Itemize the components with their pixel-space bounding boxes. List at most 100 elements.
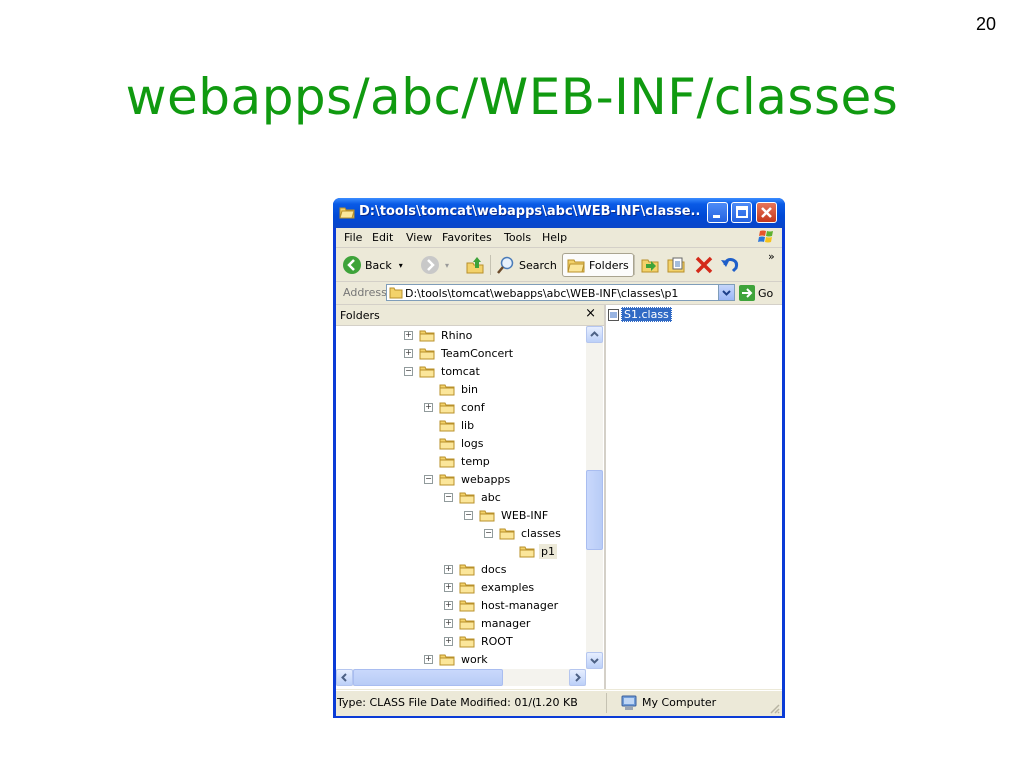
tree-item-logs[interactable]: logs xyxy=(424,434,486,452)
up-folder-icon xyxy=(466,257,484,274)
forward-arrow-icon xyxy=(421,256,439,274)
tree-item-label: logs xyxy=(461,436,484,450)
folder-tree: + Rhino + TeamConcert − tomcat bin + conf lib logs… xyxy=(336,326,586,669)
menu-view[interactable]: View xyxy=(406,231,432,244)
status-bar: Type: CLASS File Date Modified: 01/( 1.2… xyxy=(336,690,782,716)
tree-item-label: temp xyxy=(461,454,490,468)
scroll-up-button[interactable] xyxy=(586,326,603,343)
window-titlebar[interactable]: D:\tools\tomcat\webapps\abc\WEB-INF\clas… xyxy=(333,198,785,228)
menu-file[interactable]: File xyxy=(344,231,362,244)
expand-icon[interactable]: + xyxy=(444,564,453,574)
tree-item-webapps[interactable]: − webapps xyxy=(424,470,512,488)
collapse-icon[interactable]: − xyxy=(484,528,493,538)
menu-edit[interactable]: Edit xyxy=(372,231,393,244)
chevron-up-icon xyxy=(590,331,599,337)
horizontal-scrollbar[interactable] xyxy=(336,669,586,686)
tree-item-tomcat[interactable]: − tomcat xyxy=(404,362,482,380)
tree-item-abc[interactable]: − abc xyxy=(444,488,503,506)
menu-favorites[interactable]: Favorites xyxy=(442,231,492,244)
tree-item-root[interactable]: + ROOT xyxy=(444,632,515,650)
file-item[interactable]: S1.class xyxy=(608,307,672,322)
folder-icon xyxy=(479,510,495,521)
vertical-scrollbar[interactable] xyxy=(586,326,603,669)
tree-item-manager[interactable]: + manager xyxy=(444,614,532,632)
tree-item-label: classes xyxy=(521,526,561,540)
expand-icon[interactable]: + xyxy=(424,402,433,412)
collapse-icon[interactable]: − xyxy=(404,366,413,376)
slide-title: webapps/abc/WEB-INF/classes xyxy=(125,68,899,126)
tree-item-temp[interactable]: temp xyxy=(424,452,492,470)
folders-button[interactable]: Folders xyxy=(562,253,634,277)
resize-grip-icon[interactable] xyxy=(768,702,780,714)
menu-help[interactable]: Help xyxy=(542,231,567,244)
address-label: Address xyxy=(343,286,387,299)
copy-to-button[interactable] xyxy=(666,253,686,277)
minimize-button[interactable] xyxy=(707,202,728,223)
vertical-scroll-thumb[interactable] xyxy=(586,470,603,550)
search-button[interactable]: Search xyxy=(496,253,557,277)
back-label: Back xyxy=(365,258,392,272)
undo-button[interactable] xyxy=(720,253,740,277)
chevron-right-icon xyxy=(575,673,581,682)
folder-icon xyxy=(339,207,355,219)
folders-label: Folders xyxy=(589,258,629,272)
close-button[interactable] xyxy=(756,202,777,223)
menu-tools[interactable]: Tools xyxy=(504,231,531,244)
toolbar-overflow-icon[interactable]: » xyxy=(768,250,775,263)
scroll-left-button[interactable] xyxy=(336,669,353,686)
chevron-down-icon xyxy=(722,290,731,296)
folders-pane-header: Folders × xyxy=(336,305,604,326)
search-label: Search xyxy=(519,258,557,272)
tree-item-web-inf[interactable]: − WEB-INF xyxy=(464,506,550,524)
tree-item-bin[interactable]: bin xyxy=(424,380,480,398)
expand-icon[interactable]: + xyxy=(424,654,433,664)
address-dropdown-button[interactable] xyxy=(718,285,734,300)
horizontal-scroll-thumb[interactable] xyxy=(353,669,503,686)
forward-button[interactable]: ▾ xyxy=(420,253,449,277)
tree-item-rhino[interactable]: + Rhino xyxy=(404,326,474,344)
address-input[interactable]: D:\tools\tomcat\webapps\abc\WEB-INF\clas… xyxy=(386,284,735,301)
folder-icon xyxy=(459,582,475,593)
back-button[interactable]: Back ▾ xyxy=(342,253,403,277)
tree-item-classes[interactable]: − classes xyxy=(484,524,563,542)
tree-item-conf[interactable]: + conf xyxy=(424,398,487,416)
folder-icon xyxy=(439,474,455,485)
computer-icon xyxy=(621,695,637,710)
scroll-down-button[interactable] xyxy=(586,652,603,669)
tree-item-work[interactable]: + work xyxy=(424,650,490,668)
expand-icon[interactable]: + xyxy=(444,582,453,592)
back-dropdown-icon[interactable]: ▾ xyxy=(399,261,403,270)
folder-icon xyxy=(439,384,455,395)
forward-dropdown-icon[interactable]: ▾ xyxy=(445,261,449,270)
collapse-icon[interactable]: − xyxy=(464,510,473,520)
folder-icon xyxy=(459,636,475,647)
toolbar-separator xyxy=(634,255,635,275)
delete-button[interactable] xyxy=(694,253,714,277)
windows-logo-icon xyxy=(758,230,773,243)
tree-item-label: docs xyxy=(481,562,507,576)
move-to-button[interactable] xyxy=(640,253,660,277)
go-button[interactable]: Go xyxy=(739,285,773,301)
scroll-right-button[interactable] xyxy=(569,669,586,686)
go-arrow-icon xyxy=(739,285,755,301)
collapse-icon[interactable]: − xyxy=(444,492,453,502)
window-title: D:\tools\tomcat\webapps\abc\WEB-INF\clas… xyxy=(359,204,699,219)
tree-item-p1[interactable]: p1 xyxy=(504,542,557,560)
slide-page-number: 20 xyxy=(975,14,996,34)
collapse-icon[interactable]: − xyxy=(424,474,433,484)
tree-item-label: WEB-INF xyxy=(501,508,549,522)
tree-item-examples[interactable]: + examples xyxy=(444,578,536,596)
tree-item-docs[interactable]: + docs xyxy=(444,560,509,578)
expand-icon[interactable]: + xyxy=(404,330,413,340)
expand-icon[interactable]: + xyxy=(444,600,453,610)
tree-item-teamconcert[interactable]: + TeamConcert xyxy=(404,344,515,362)
expand-icon[interactable]: + xyxy=(404,348,413,358)
maximize-button[interactable] xyxy=(731,202,752,223)
back-arrow-icon xyxy=(343,256,361,274)
expand-icon[interactable]: + xyxy=(444,636,453,646)
tree-item-host-manager[interactable]: + host-manager xyxy=(444,596,560,614)
tree-item-lib[interactable]: lib xyxy=(424,416,476,434)
expand-icon[interactable]: + xyxy=(444,618,453,628)
up-folder-button[interactable] xyxy=(465,253,485,277)
close-pane-icon[interactable]: × xyxy=(585,306,596,321)
